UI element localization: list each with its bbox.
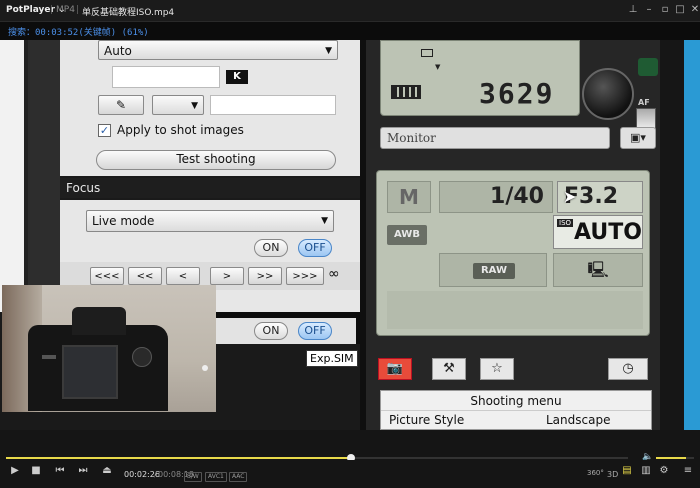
af-far-2-button[interactable]: >>: [248, 267, 282, 285]
gear-icon[interactable]: ⚙: [657, 465, 671, 476]
af-near-2-button[interactable]: <<: [128, 267, 162, 285]
toggle1-off-button[interactable]: OFF: [298, 239, 332, 257]
pin-icon[interactable]: ⊥: [626, 3, 640, 17]
test-shooting-button[interactable]: Test shooting: [96, 150, 336, 170]
pc-icon[interactable]: 🖳: [553, 253, 643, 287]
chevron-down-icon: ▼: [321, 216, 328, 226]
maximize-icon[interactable]: □: [673, 3, 687, 17]
shot-count: 3629: [479, 77, 555, 110]
camera-viewfinder: [72, 307, 126, 335]
subtitle-icon[interactable]: ▤: [620, 465, 634, 476]
seek-area: 🔈: [0, 430, 700, 462]
file-name: 单反基础教程ISO.mp4: [82, 8, 175, 18]
3d-button[interactable]: 3D: [607, 470, 618, 479]
eject-icon[interactable]: ⏏: [100, 465, 114, 476]
shooting-menu-title: Shooting menu: [381, 391, 651, 411]
eyedropper-icon: ✎: [115, 98, 127, 112]
focus-section-header: Focus: [60, 178, 360, 198]
status-lcd: ▼ 3629: [380, 40, 580, 116]
camera-icon: [638, 58, 658, 76]
seek-progress: [6, 457, 352, 459]
shooting-tab[interactable]: 📷: [378, 358, 412, 380]
previous-icon[interactable]: ⏮: [53, 465, 67, 476]
mode-select[interactable]: Auto ▼: [98, 40, 338, 60]
exposure-lcd: M 1/40 F3.2 ➤ AWB ISO AUTO RAW 🖳: [376, 170, 650, 336]
apply-label: Apply to shot images: [117, 123, 244, 137]
eyedropper-button[interactable]: ✎: [98, 95, 144, 115]
toggle2-on-button[interactable]: ON: [254, 322, 288, 340]
next-icon[interactable]: ⏭: [76, 465, 90, 476]
video-codec-badge[interactable]: AVC1: [205, 472, 227, 482]
shutter-speed[interactable]: 1/40: [439, 181, 553, 213]
title-separator-2: |: [76, 5, 80, 15]
settings-tab[interactable]: ⚒: [432, 358, 466, 380]
camera-lcd: [62, 345, 118, 399]
af-label: AF: [638, 98, 650, 107]
af-far-3-button[interactable]: >>>: [286, 267, 324, 285]
chevron-down-icon: ▼: [325, 46, 332, 56]
title-separator: |: [50, 5, 54, 15]
mode-indicator[interactable]: M: [387, 181, 431, 213]
format-label: MP4: [56, 5, 75, 15]
timer-button[interactable]: ◷: [608, 358, 648, 380]
color-field[interactable]: [210, 95, 336, 115]
vr360-button[interactable]: 360°: [587, 469, 604, 477]
monitor-menu-button[interactable]: ▣▾: [620, 127, 656, 149]
picture-style-value: Landscape: [546, 413, 611, 427]
iso-label: ISO: [557, 219, 574, 227]
tools-icon: ⚒: [443, 361, 455, 376]
shooting-menu: Shooting menu Picture Style Landscape: [380, 390, 652, 430]
battery-icon: [391, 85, 421, 99]
chevron-down-icon: ▼: [191, 101, 198, 111]
apply-checkbox[interactable]: ✓: [98, 124, 111, 137]
audio-codec-badge[interactable]: AAC: [229, 472, 248, 482]
toggle1-on-button[interactable]: ON: [254, 239, 288, 257]
cursor-icon: ➤: [563, 187, 577, 206]
toggle2-off-button[interactable]: OFF: [298, 322, 332, 340]
iso-value: AUTO: [574, 220, 642, 245]
exp-sim-tooltip: Exp.SIM: [306, 350, 358, 367]
af-near-1-button[interactable]: <: [166, 267, 200, 285]
main-dial[interactable]: [582, 68, 634, 120]
minimize-icon[interactable]: –: [642, 3, 656, 17]
seek-osd: 搜索：00:03:52(关键帧) (61%): [8, 28, 149, 38]
menu-icon[interactable]: ≡: [681, 465, 695, 476]
title-bar: PotPlayer ⌄ | MP4 | 单反基础教程ISO.mp4 ⊥ – ▫ …: [0, 0, 700, 22]
k-badge: K: [226, 70, 248, 84]
close-icon[interactable]: ✕: [688, 3, 700, 17]
camera-photo: [2, 285, 216, 412]
monitor-field[interactable]: Monitor: [380, 127, 610, 149]
stop-icon[interactable]: ■: [29, 465, 43, 476]
star-icon: ☆: [491, 361, 503, 376]
volume-level: [656, 457, 687, 459]
software-panel: Auto ▼ K ✎ ▼ ✓ Apply to shot images Test …: [0, 40, 360, 312]
play-icon[interactable]: ▶: [8, 465, 22, 476]
restore-icon[interactable]: ▫: [658, 3, 672, 17]
focus-mode-select[interactable]: Live mode ▼: [86, 210, 334, 232]
mymenu-tab[interactable]: ☆: [480, 358, 514, 380]
value-field[interactable]: [112, 66, 220, 88]
quality-indicator[interactable]: RAW: [473, 263, 515, 279]
iso-setting[interactable]: ISO AUTO: [553, 215, 643, 249]
camera-control-panel: ▼ 3629 AF MF Monitor ▣▾ M 1/40 F3.2 ➤ AW…: [360, 40, 660, 430]
playlist-icon[interactable]: ▥: [639, 465, 653, 476]
volume-slider[interactable]: [656, 457, 694, 459]
af-far-1-button[interactable]: >: [210, 267, 244, 285]
af-near-3-button[interactable]: <<<: [90, 267, 124, 285]
timer-icon: ◷: [622, 361, 634, 376]
decoder-badge[interactable]: S/W: [184, 472, 202, 482]
video-area[interactable]: 搜索：00:03:52(关键帧) (61%) Auto ▼ K ✎ ▼ ✓ App…: [0, 22, 700, 430]
infinity-icon: ∞: [328, 266, 340, 282]
camera-icon: 📷: [386, 361, 404, 376]
wb-indicator[interactable]: AWB: [387, 225, 427, 245]
seek-bar[interactable]: [6, 454, 628, 462]
picture-style-label: Picture Style: [389, 413, 465, 427]
color-select[interactable]: ▼: [152, 95, 204, 115]
